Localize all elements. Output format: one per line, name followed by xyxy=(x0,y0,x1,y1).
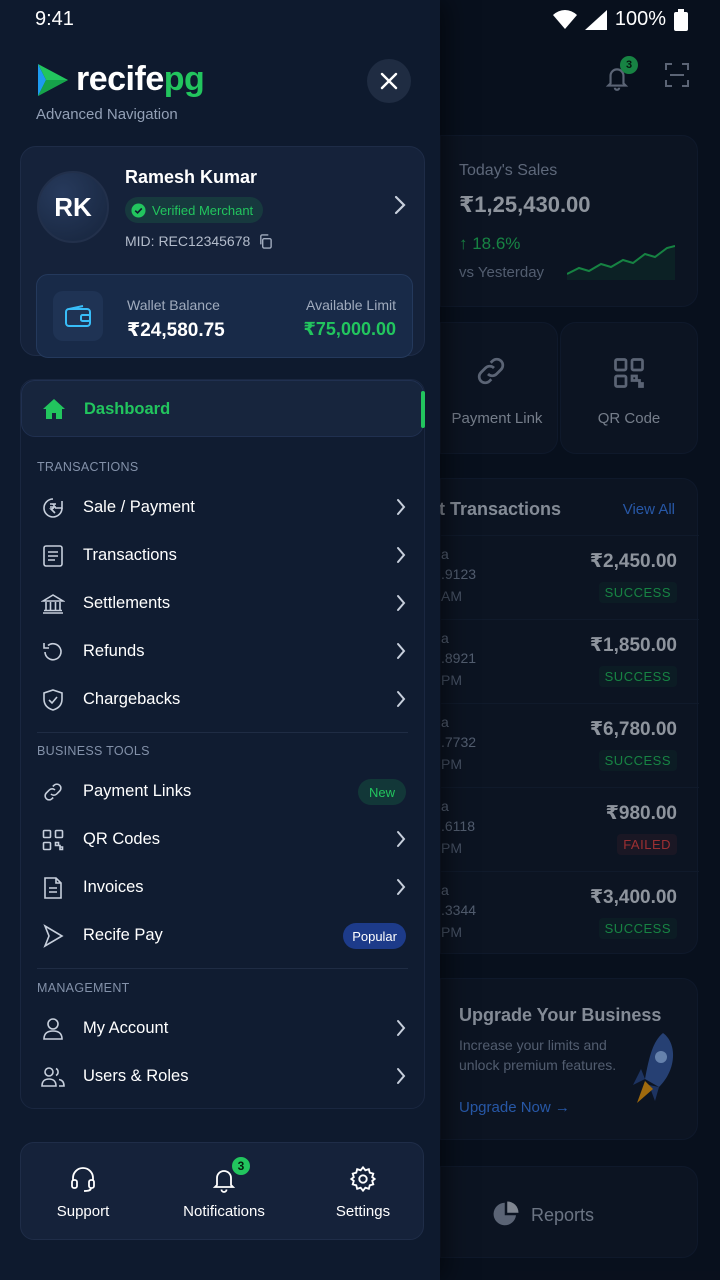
menu-item-label: Settlements xyxy=(83,594,171,612)
brand-name-accent: pg xyxy=(163,60,205,98)
menu-item-label: Refunds xyxy=(83,642,145,660)
gear-icon xyxy=(349,1165,377,1193)
divider xyxy=(37,732,408,733)
close-drawer-button[interactable] xyxy=(367,59,411,103)
chevron-right-icon xyxy=(397,691,406,707)
document-icon xyxy=(41,544,65,568)
brand-logo-icon xyxy=(38,63,68,96)
users-icon xyxy=(41,1065,65,1089)
menu-item-sale-payment[interactable]: Sale / Payment xyxy=(21,484,424,532)
brand-name-main: recife xyxy=(76,60,164,98)
menu-card: Dashboard TRANSACTIONS Sale / Payment Tr… xyxy=(20,379,425,1109)
menu-item-label: Payment Links xyxy=(83,782,192,800)
chevron-right-icon xyxy=(397,499,406,515)
undo-icon xyxy=(41,640,65,664)
chevron-right-icon xyxy=(394,195,406,215)
notifications-label: Notifications xyxy=(183,1203,265,1220)
menu-item-dashboard[interactable]: Dashboard xyxy=(21,380,425,437)
menu-item-label: Invoices xyxy=(83,878,144,896)
check-circle-icon xyxy=(131,202,146,218)
new-badge: New xyxy=(357,779,406,805)
qr-icon xyxy=(41,828,65,852)
chevron-right-icon xyxy=(397,879,406,895)
menu-item-payment-links[interactable]: Payment Links New xyxy=(21,768,424,816)
menu-item-label: Transactions xyxy=(83,546,177,564)
menu-item-label: Sale / Payment xyxy=(83,498,195,516)
available-limit-label: Available Limit xyxy=(305,297,396,313)
home-icon xyxy=(42,397,66,421)
bell-icon: 3 xyxy=(210,1155,252,1193)
chevron-right-icon xyxy=(397,1068,406,1084)
menu-item-qr-codes[interactable]: QR Codes xyxy=(21,816,424,864)
wallet-icon xyxy=(53,291,103,341)
status-bar: 9:41 100% xyxy=(0,0,720,40)
menu-item-label: Chargebacks xyxy=(83,690,181,708)
drawer-bottom-bar: Support 3 Notifications Settings xyxy=(20,1142,424,1240)
menu-item-my-account[interactable]: My Account xyxy=(21,1005,424,1053)
brand-name: recifepg xyxy=(76,60,205,99)
notifications-badge: 3 xyxy=(230,1155,252,1177)
avatar: RK xyxy=(37,171,109,243)
section-header-transactions: TRANSACTIONS xyxy=(37,460,139,474)
support-button[interactable]: Support xyxy=(31,1143,135,1241)
profile-card[interactable]: RK Ramesh Kumar Verified Merchant MID: R… xyxy=(20,146,425,358)
navigation-drawer: recifepg Advanced Navigation RK Ramesh K… xyxy=(0,0,440,1280)
brand-subtitle: Advanced Navigation xyxy=(36,106,178,123)
menu-item-invoices[interactable]: Invoices xyxy=(21,864,424,912)
bank-icon xyxy=(41,592,65,616)
menu-item-settlements[interactable]: Settlements xyxy=(21,580,424,628)
chevron-right-icon xyxy=(397,1020,406,1036)
chevron-right-icon xyxy=(397,547,406,563)
menu-item-label: My Account xyxy=(83,1019,169,1037)
popular-badge: Popular xyxy=(343,923,406,949)
divider xyxy=(37,968,408,969)
settings-button[interactable]: Settings xyxy=(313,1143,413,1241)
menu-item-users-roles[interactable]: Users & Roles xyxy=(21,1053,424,1101)
menu-item-label: Users & Roles xyxy=(83,1067,189,1085)
shield-icon xyxy=(41,688,65,712)
user-icon xyxy=(41,1017,65,1041)
chevron-right-icon xyxy=(397,831,406,847)
menu-item-transactions[interactable]: Transactions xyxy=(21,532,424,580)
merchant-id: MID: REC12345678 xyxy=(125,233,273,249)
headset-icon xyxy=(69,1165,97,1193)
status-time: 9:41 xyxy=(35,8,74,30)
status-indicators: 100% xyxy=(552,8,688,31)
chevron-right-icon xyxy=(397,595,406,611)
menu-item-label: Recife Pay xyxy=(83,926,163,944)
close-icon xyxy=(380,72,398,90)
active-indicator xyxy=(421,391,425,428)
wallet-balance-label: Wallet Balance xyxy=(127,297,220,313)
invoice-icon xyxy=(41,876,65,900)
battery-icon xyxy=(674,8,688,31)
available-limit-value: ₹75,000.00 xyxy=(303,319,396,339)
support-label: Support xyxy=(56,1203,110,1220)
wallet-balance-value: ₹24,580.75 xyxy=(127,320,225,341)
menu-item-refunds[interactable]: Refunds xyxy=(21,628,424,676)
mid-text: MID: REC12345678 xyxy=(125,233,251,249)
battery-text: 100% xyxy=(614,8,666,30)
signal-icon xyxy=(584,9,607,30)
menu-item-label: QR Codes xyxy=(83,830,161,848)
wallet-panel: Wallet Balance ₹24,580.75 Available Limi… xyxy=(36,274,413,358)
link-icon xyxy=(41,780,65,804)
section-header-management: MANAGEMENT xyxy=(37,981,130,995)
rupee-icon xyxy=(41,496,65,520)
scrim-overlay[interactable] xyxy=(440,0,720,1280)
brand-logo: recifepg xyxy=(36,60,205,99)
menu-item-label: Dashboard xyxy=(84,400,171,418)
menu-item-recife-pay[interactable]: Recife Pay Popular xyxy=(21,912,424,960)
copy-icon[interactable] xyxy=(258,233,273,249)
chevron-right-icon xyxy=(397,643,406,659)
wifi-icon xyxy=(552,9,577,29)
merchant-name: Ramesh Kumar xyxy=(125,167,258,187)
settings-label: Settings xyxy=(335,1203,391,1220)
play-icon xyxy=(41,924,65,948)
section-header-business-tools: BUSINESS TOOLS xyxy=(37,744,150,758)
notifications-button[interactable]: 3 Notifications xyxy=(169,1143,279,1241)
verified-label: Verified Merchant xyxy=(152,202,254,218)
menu-item-chargebacks[interactable]: Chargebacks xyxy=(21,676,424,724)
verified-badge: Verified Merchant xyxy=(125,197,264,223)
